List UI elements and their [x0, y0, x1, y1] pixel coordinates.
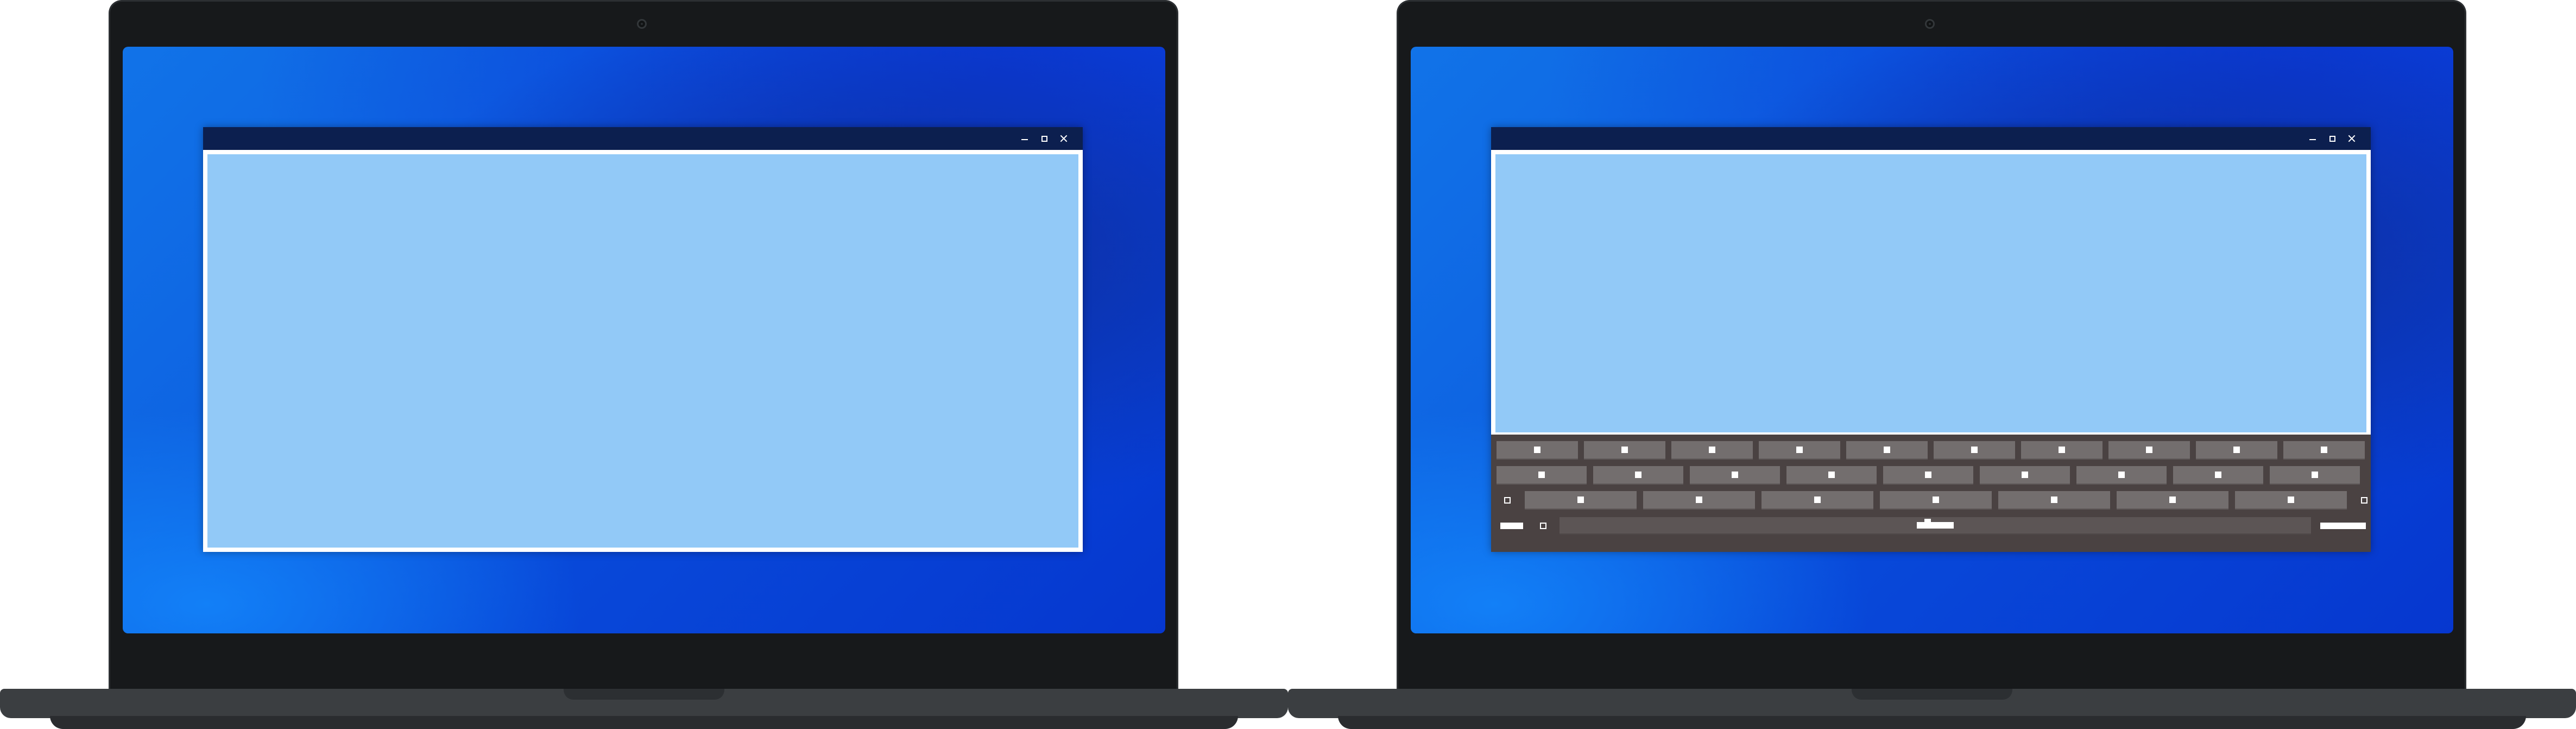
right-edge-key[interactable] [2353, 491, 2375, 510]
close-icon [1060, 135, 1068, 142]
keyboard-key[interactable] [2283, 441, 2365, 460]
window-titlebar[interactable] [1491, 127, 2371, 150]
desktop-screen [1411, 47, 2453, 633]
keyboard-key[interactable] [1690, 466, 1780, 485]
key-glyph-icon [1925, 472, 1931, 478]
key-glyph-icon [2288, 497, 2294, 503]
keyboard-key[interactable] [1643, 491, 1755, 510]
key-glyph-icon [2233, 447, 2240, 453]
keyboard-key[interactable] [1584, 441, 1665, 460]
minimize-button[interactable] [1015, 129, 1034, 148]
key-glyph-icon [2059, 447, 2065, 453]
minimize-button[interactable] [2303, 129, 2322, 148]
laptop-left [0, 0, 1288, 729]
keyboard-key[interactable] [2021, 441, 2103, 460]
app-window [203, 127, 1083, 552]
maximize-icon [2329, 135, 2335, 142]
key-glyph-icon [1577, 497, 1584, 503]
keyboard-key[interactable] [2076, 466, 2167, 485]
keyboard-key[interactable] [2108, 441, 2190, 460]
keyboard-key[interactable] [1883, 466, 1973, 485]
keyboard-key[interactable] [1497, 466, 1587, 485]
window-content[interactable] [207, 154, 1078, 548]
maximize-icon [1041, 135, 1047, 142]
keyboard-key[interactable] [1846, 441, 1928, 460]
left-edge-icon [1504, 497, 1511, 504]
keyboard-key[interactable] [1934, 441, 2015, 460]
right-edge-icon [2361, 497, 2367, 504]
key-glyph-icon [1933, 497, 1939, 503]
maximize-button[interactable] [2323, 129, 2341, 148]
key-glyph-icon [1709, 447, 1715, 453]
key-glyph-icon [2312, 472, 2318, 478]
keyboard-key[interactable] [1671, 441, 1753, 460]
close-button[interactable] [1055, 129, 1073, 148]
key-glyph-icon [1538, 472, 1545, 478]
laptop-right [1288, 0, 2576, 729]
keyboard-key[interactable] [2173, 466, 2263, 485]
small-key[interactable] [1535, 517, 1552, 535]
keyboard-row-4 [1497, 516, 2367, 536]
desktop-screen [123, 47, 1165, 633]
on-screen-keyboard [1491, 435, 2371, 552]
key-glyph-icon [1635, 472, 1641, 478]
key-glyph-icon [1884, 447, 1890, 453]
enter-wide-key-icon [2320, 523, 2366, 529]
keyboard-row-3 [1497, 490, 2367, 511]
key-glyph-icon [2321, 447, 2327, 453]
keyboard-key[interactable] [1880, 491, 1992, 510]
key-glyph-icon [2169, 497, 2176, 503]
laptop-hinge-notch [564, 689, 724, 700]
key-glyph-icon [1828, 472, 1835, 478]
key-glyph-icon [1534, 447, 1540, 453]
enter-key[interactable] [2319, 517, 2367, 535]
laptop-hinge-notch [1852, 689, 2012, 700]
wide-key-icon [1500, 523, 1523, 529]
space-bar[interactable] [1560, 517, 2311, 535]
key-glyph-icon [2146, 447, 2152, 453]
keyboard-key[interactable] [2117, 491, 2228, 510]
laptop-base-foot [1338, 716, 2526, 729]
key-glyph-icon [2022, 472, 2028, 478]
key-glyph-icon [1796, 447, 1803, 453]
key-glyph-icon [2118, 472, 2125, 478]
keyboard-row-2 [1497, 465, 2365, 486]
keyboard-key[interactable] [1786, 466, 1877, 485]
key-glyph-icon [1696, 497, 1702, 503]
keyboard-key[interactable] [1761, 491, 1873, 510]
laptop-base-foot [50, 716, 1238, 729]
app-window [1491, 127, 2371, 552]
keyboard-row-1 [1497, 440, 2365, 461]
small-key-icon [1540, 523, 1546, 529]
webcam-icon [637, 19, 647, 29]
minimize-icon [1021, 139, 1028, 140]
minimize-icon [2309, 139, 2316, 140]
key-glyph-icon [2051, 497, 2057, 503]
maximize-button[interactable] [1035, 129, 1053, 148]
keyboard-key[interactable] [1593, 466, 1683, 485]
keyboard-key[interactable] [2270, 466, 2360, 485]
key-glyph-icon [2215, 472, 2221, 478]
keyboard-key[interactable] [1525, 491, 1637, 510]
keyboard-key[interactable] [1759, 441, 1840, 460]
key-glyph-icon [1971, 447, 1978, 453]
left-edge-key[interactable] [1497, 491, 1518, 510]
keyboard-key[interactable] [1998, 491, 2110, 510]
window-content[interactable] [1495, 154, 2366, 432]
wide-key[interactable] [1497, 517, 1527, 535]
key-glyph-icon [1621, 447, 1628, 453]
keyboard-key[interactable] [2196, 441, 2277, 460]
close-button[interactable] [2343, 129, 2361, 148]
webcam-icon [1925, 19, 1935, 29]
keyboard-key[interactable] [2235, 491, 2347, 510]
space-bar-icon [1917, 519, 1954, 529]
scene [0, 0, 2576, 729]
key-glyph-icon [1732, 472, 1738, 478]
key-glyph-icon [1814, 497, 1821, 503]
window-titlebar[interactable] [203, 127, 1083, 150]
keyboard-key[interactable] [1497, 441, 1578, 460]
close-icon [2348, 135, 2356, 142]
keyboard-key[interactable] [1980, 466, 2070, 485]
